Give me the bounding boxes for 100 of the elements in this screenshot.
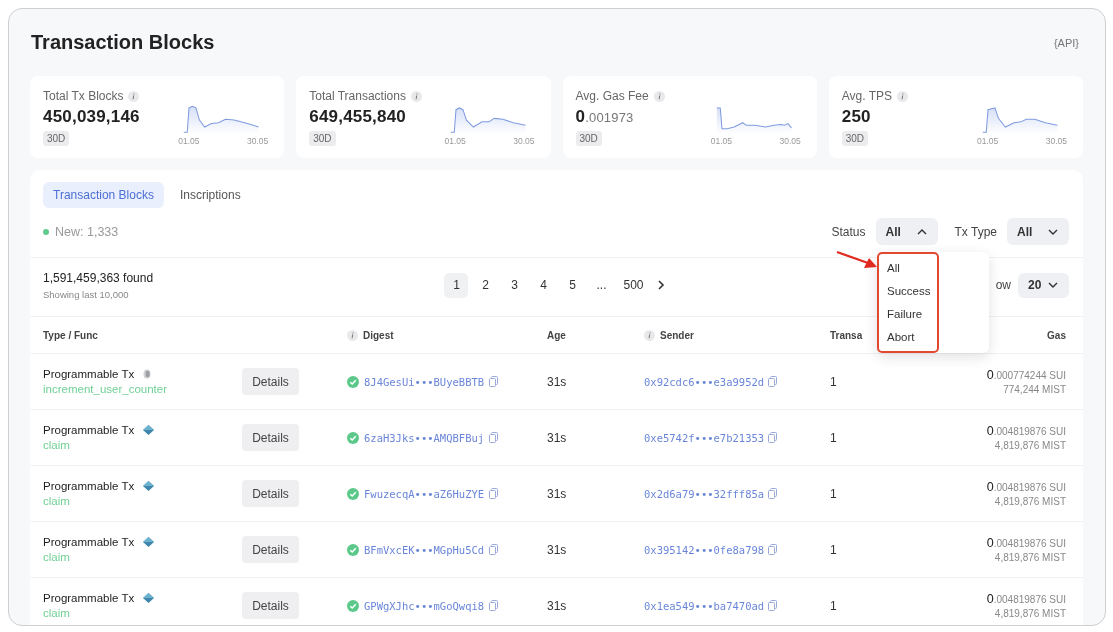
type-text: Programmable Tx bbox=[43, 368, 135, 380]
stat-value: 0.001973 bbox=[575, 107, 635, 127]
digest-link[interactable]: BFmVxcEK•••MGpHu5Cd bbox=[364, 543, 485, 556]
copy-icon[interactable] bbox=[768, 376, 778, 387]
page-button[interactable]: 1 bbox=[444, 272, 469, 298]
page-size-label: ow bbox=[995, 278, 1011, 292]
axis-label: 01.05 bbox=[178, 136, 200, 146]
page-button[interactable]: 2 bbox=[473, 272, 498, 298]
diamond-icon bbox=[143, 537, 155, 547]
details-button[interactable]: Details bbox=[242, 368, 299, 395]
gas-amount: 0.004819876 SUI bbox=[986, 480, 1066, 494]
copy-icon[interactable] bbox=[768, 544, 778, 555]
details-button[interactable]: Details bbox=[242, 480, 299, 507]
type-text: Programmable Tx bbox=[43, 592, 135, 604]
filter-label: Status bbox=[831, 224, 866, 239]
diamond-icon bbox=[143, 593, 155, 603]
dropdown-option[interactable]: Success bbox=[887, 282, 937, 299]
column-header: Transa bbox=[830, 329, 863, 341]
gas-mist: 4,819,876 MIST bbox=[994, 552, 1066, 563]
transactions-count: 1 bbox=[830, 430, 837, 445]
page-button[interactable]: 4 bbox=[531, 272, 556, 298]
type-text: Programmable Tx bbox=[43, 480, 135, 492]
stat-value: 250 bbox=[841, 107, 872, 127]
transactions-count: 1 bbox=[830, 486, 837, 501]
info-icon bbox=[897, 90, 908, 102]
info-icon bbox=[410, 90, 422, 102]
results-count: 1,591,459,363 found bbox=[43, 270, 155, 285]
stat-label: Total Transactions bbox=[309, 89, 406, 103]
axis-label: 30.05 bbox=[246, 136, 269, 146]
axis-label: 30.05 bbox=[513, 136, 535, 146]
stat-label: Avg. TPS bbox=[841, 89, 892, 103]
details-button[interactable]: Details bbox=[242, 592, 299, 619]
copy-icon[interactable] bbox=[489, 600, 499, 611]
type-text: Programmable Tx bbox=[43, 424, 135, 436]
page-button[interactable]: 3 bbox=[502, 272, 527, 298]
axis-label: 30.05 bbox=[1045, 136, 1067, 146]
chevron-up-icon bbox=[916, 228, 927, 235]
copy-icon[interactable] bbox=[768, 600, 778, 611]
status-dot bbox=[43, 228, 49, 235]
column-header: Digest bbox=[363, 329, 394, 341]
dropdown-option[interactable]: Abort bbox=[887, 329, 937, 346]
axis-label: 01.05 bbox=[444, 136, 466, 146]
period-badge: 30D bbox=[575, 131, 602, 146]
sender-link[interactable]: 0x395142•••0fe8a798 bbox=[644, 543, 765, 556]
copy-icon[interactable] bbox=[489, 432, 499, 443]
copy-icon[interactable] bbox=[768, 432, 778, 443]
info-icon bbox=[653, 90, 665, 102]
sender-link[interactable]: 0x2d6a79•••32fff85a bbox=[644, 487, 765, 500]
page-button[interactable]: ... bbox=[589, 272, 614, 298]
age-text: 31s bbox=[547, 486, 567, 501]
copy-icon[interactable] bbox=[489, 488, 499, 499]
digest-link[interactable]: 8J4GesUi•••BUyeBBTB bbox=[364, 375, 485, 388]
copy-icon[interactable] bbox=[489, 544, 499, 555]
copy-icon[interactable] bbox=[768, 488, 778, 499]
sender-link[interactable]: 0xe5742f•••e7b21353 bbox=[644, 431, 765, 444]
column-header: Type / Func bbox=[43, 329, 98, 341]
stat-label: Total Tx Blocks bbox=[43, 89, 124, 103]
dropdown-option[interactable]: All bbox=[887, 259, 937, 276]
gas-amount: 0.004819876 SUI bbox=[986, 536, 1066, 550]
stat-value: 649,455,840 bbox=[309, 107, 407, 127]
gas-mist: 4,819,876 MIST bbox=[994, 496, 1066, 507]
details-button[interactable]: Details bbox=[242, 424, 299, 451]
period-badge: 30D bbox=[841, 131, 869, 146]
results-note: Showing last 10,000 bbox=[43, 288, 130, 300]
transactions-count: 1 bbox=[830, 374, 837, 389]
column-header: Gas bbox=[1047, 329, 1066, 341]
page-size-select[interactable]: 20 bbox=[1018, 272, 1069, 298]
period-badge: 30D bbox=[43, 131, 70, 146]
stat-label: Avg. Gas Fee bbox=[575, 89, 649, 103]
page-button[interactable]: 500 bbox=[618, 272, 649, 298]
gas-amount: 0.000774244 SUI bbox=[986, 368, 1066, 382]
column-header: Age bbox=[547, 329, 566, 341]
diamond-icon bbox=[143, 425, 155, 435]
chevron-down-icon bbox=[1048, 282, 1058, 288]
dropdown-option[interactable]: Failure bbox=[887, 306, 937, 323]
sender-link[interactable]: 0x92cdc6•••e3a9952d bbox=[644, 375, 765, 388]
axis-label: 01.05 bbox=[710, 136, 733, 146]
digest-link[interactable]: GPWgXJhc•••mGoQwqi8 bbox=[364, 599, 485, 612]
new-count: New: 1,333 bbox=[55, 224, 119, 239]
tab[interactable]: Inscriptions bbox=[169, 182, 251, 208]
diamond-icon bbox=[143, 481, 155, 491]
column-header: Sender bbox=[660, 329, 694, 341]
coin-icon bbox=[143, 369, 152, 379]
age-text: 31s bbox=[547, 430, 567, 445]
copy-icon[interactable] bbox=[489, 376, 499, 387]
axis-label: 01.05 bbox=[977, 136, 999, 146]
filter-select[interactable]: All bbox=[1007, 218, 1069, 245]
gas-amount: 0.004819876 SUI bbox=[986, 592, 1066, 606]
sender-link[interactable]: 0x1ea549•••ba7470ad bbox=[644, 599, 765, 612]
digest-link[interactable]: 6zaH3Jks•••AMQBFBuj bbox=[364, 431, 485, 444]
axis-label: 30.05 bbox=[779, 136, 801, 146]
filter-select[interactable]: All bbox=[875, 218, 938, 245]
info-icon bbox=[128, 90, 140, 102]
tab[interactable]: Transaction Blocks bbox=[43, 182, 164, 208]
details-button[interactable]: Details bbox=[242, 536, 299, 563]
digest-link[interactable]: FwuzecqA•••aZ6HuZYE bbox=[364, 487, 485, 500]
transactions-count: 1 bbox=[830, 598, 837, 613]
api-link[interactable]: {API} bbox=[1053, 36, 1079, 49]
page-button[interactable]: 5 bbox=[560, 272, 585, 298]
chevron-down-icon bbox=[1048, 228, 1058, 235]
